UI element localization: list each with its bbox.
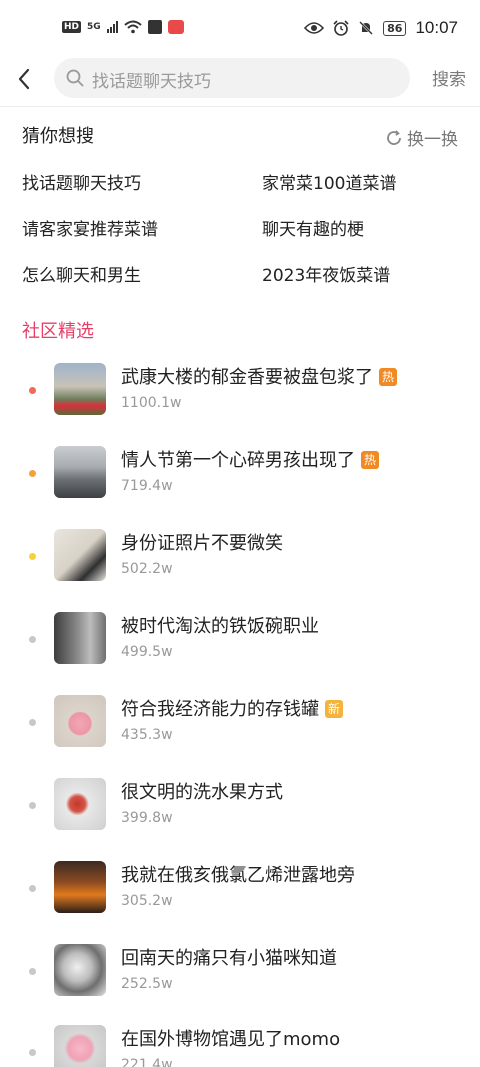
feed-item-title: 符合我经济能力的存钱罐新 — [121, 695, 343, 721]
refresh-icon — [387, 129, 401, 145]
mute-bell-icon — [359, 21, 374, 35]
alarm-icon — [333, 20, 349, 36]
thumbnail-image — [54, 612, 106, 664]
rank-dot — [29, 636, 36, 643]
feed-item-title: 在国外博物馆遇见了momo — [121, 1029, 341, 1050]
rank-dot — [29, 387, 36, 394]
feed-item[interactable]: 我就在俄亥俄氯乙烯泄露地旁 305.2w — [0, 861, 480, 921]
refresh-label: 换一换 — [407, 130, 458, 150]
new-badge: 新 — [325, 700, 343, 718]
search-icon — [66, 69, 84, 87]
view-count: 305.2w — [121, 893, 173, 909]
suggestion-item[interactable]: 怎么聊天和男生 — [22, 261, 141, 286]
nfc-icon — [147, 20, 162, 34]
view-count: 499.5w — [121, 644, 173, 660]
view-count: 1100.1w — [121, 395, 182, 411]
thumbnail-image — [54, 778, 106, 830]
feed-item-title: 被时代淘汰的铁饭碗职业 — [121, 616, 319, 637]
view-count: 399.8w — [121, 810, 173, 826]
battery-indicator: 86 — [383, 20, 407, 36]
rank-dot — [29, 470, 36, 477]
app-notification-icon — [167, 20, 184, 34]
thumbnail-image — [54, 363, 106, 415]
thumbnail-image — [54, 944, 106, 996]
thumbnail-image — [54, 446, 106, 498]
rank-dot — [29, 719, 36, 726]
feed-item-title: 武康大楼的郁金香要被盘包浆了热 — [121, 363, 397, 389]
search-header: 找话题聊天技巧 搜索 — [0, 56, 480, 106]
hot-badge: 热 — [361, 451, 379, 469]
rank-dot — [29, 968, 36, 975]
feed-item[interactable]: 情人节第一个心碎男孩出现了热 719.4w — [0, 446, 480, 506]
view-count: 502.2w — [121, 561, 173, 577]
search-button[interactable]: 搜索 — [432, 65, 466, 90]
wifi-icon — [124, 20, 142, 34]
hd-badge: HD — [62, 21, 82, 33]
suggestion-item[interactable]: 2023年夜饭菜谱 — [262, 261, 390, 286]
thumbnail-image — [54, 861, 106, 913]
feed-item[interactable]: 很文明的洗水果方式 399.8w — [0, 778, 480, 838]
feed-item[interactable]: 回南天的痛只有小猫咪知道 252.5w — [0, 944, 480, 1004]
status-bar: HD 5G 86 10:07 — [0, 0, 480, 56]
clock: 10:07 — [415, 18, 458, 37]
feed-item-title: 很文明的洗水果方式 — [121, 782, 283, 803]
rank-dot — [29, 553, 36, 560]
community-section-title: 社区精选 — [22, 321, 94, 342]
thumbnail-image — [54, 1025, 106, 1067]
feed-item[interactable]: 符合我经济能力的存钱罐新 435.3w — [0, 695, 480, 755]
status-right: 86 10:07 — [304, 18, 458, 38]
suggestion-item[interactable]: 找话题聊天技巧 — [22, 169, 141, 194]
thumbnail-image — [54, 529, 106, 581]
view-count: 719.4w — [121, 478, 173, 494]
feed-item-title: 身份证照片不要微笑 — [121, 533, 283, 554]
view-count: 435.3w — [121, 727, 173, 743]
rank-dot — [29, 1049, 36, 1056]
back-arrow-icon[interactable] — [14, 66, 36, 92]
hot-badge: 热 — [379, 368, 397, 386]
status-left: HD 5G — [62, 20, 184, 34]
network-type: 5G — [87, 22, 101, 32]
rank-dot — [29, 885, 36, 892]
eye-icon — [304, 22, 325, 34]
signal-icon — [106, 21, 118, 33]
view-count: 221.4w — [121, 1057, 173, 1067]
suggestion-item[interactable]: 请客家宴推荐菜谱 — [22, 215, 158, 240]
feed-item[interactable]: 在国外博物馆遇见了momo 221.4w — [0, 1025, 480, 1067]
feed-item-title: 我就在俄亥俄氯乙烯泄露地旁 — [121, 865, 355, 886]
suggestion-item[interactable]: 聊天有趣的梗 — [262, 215, 364, 240]
search-input[interactable]: 找话题聊天技巧 — [54, 58, 410, 98]
rank-dot — [29, 802, 36, 809]
refresh-button[interactable]: 换一换 — [385, 125, 458, 150]
header-divider — [0, 106, 480, 107]
search-placeholder: 找话题聊天技巧 — [92, 72, 211, 92]
feed-item-title: 情人节第一个心碎男孩出现了热 — [121, 446, 379, 472]
feed-item[interactable]: 武康大楼的郁金香要被盘包浆了热 1100.1w — [0, 363, 480, 423]
feed-item[interactable]: 身份证照片不要微笑 502.2w — [0, 529, 480, 589]
feed-item[interactable]: 被时代淘汰的铁饭碗职业 499.5w — [0, 612, 480, 672]
view-count: 252.5w — [121, 976, 173, 992]
feed-item-title: 回南天的痛只有小猫咪知道 — [121, 948, 337, 969]
thumbnail-image — [54, 695, 106, 747]
suggestion-item[interactable]: 家常菜100道菜谱 — [262, 169, 396, 194]
guess-section-title: 猜你想搜 — [22, 126, 94, 147]
